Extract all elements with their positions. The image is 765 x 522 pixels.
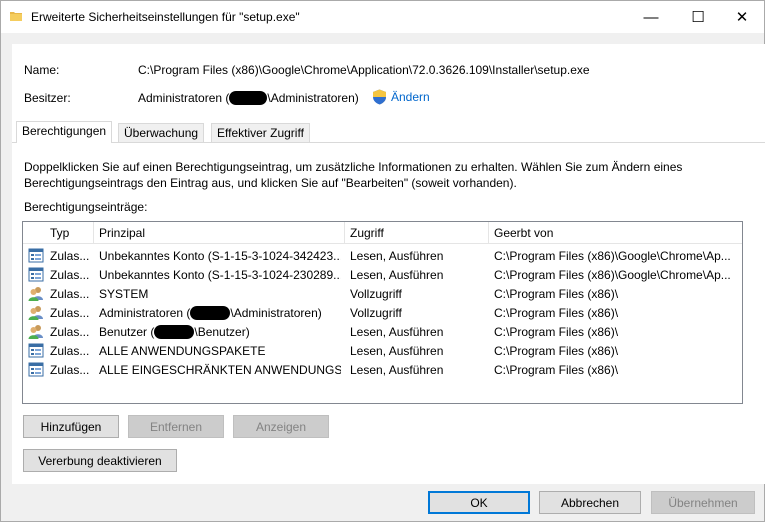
cell-inherited-from: C:\Program Files (x86)\Google\Chrome\Ap.…	[494, 268, 731, 282]
cell-inherited-from: C:\Program Files (x86)\	[494, 287, 619, 301]
table-row[interactable]: Zulas... SYSTEM Vollzugriff C:\Program F…	[23, 284, 742, 303]
column-header-type[interactable]: Typ	[50, 226, 69, 240]
cell-principal: Unbekanntes Konto (S-1-15-3-1024-342423.…	[99, 249, 341, 263]
minimize-icon: —	[643, 8, 659, 26]
list-header: Typ Prinzipal Zugriff Geerbt von	[23, 222, 742, 244]
principal-suffix: \Administratoren)	[230, 306, 322, 320]
owner-prefix: Administratoren (	[138, 91, 230, 105]
users-group-icon	[28, 325, 43, 339]
column-header-access[interactable]: Zugriff	[350, 226, 384, 240]
cell-type: Zulas...	[50, 363, 90, 377]
cell-inherited-from: C:\Program Files (x86)\	[494, 363, 619, 377]
entries-label: Berechtigungseinträge:	[24, 200, 148, 214]
principal-suffix: \Benutzer)	[194, 325, 250, 339]
app-package-icon	[28, 362, 44, 377]
cell-access: Lesen, Ausführen	[350, 363, 444, 377]
minimize-button[interactable]: —	[629, 1, 673, 33]
tab-effective-access[interactable]: Effektiver Zugriff	[211, 123, 310, 142]
table-row[interactable]: Zulas... Administratoren ( \Administrator…	[23, 303, 742, 322]
cell-access: Lesen, Ausführen	[350, 344, 444, 358]
tab-permissions[interactable]: Berechtigungen	[16, 121, 113, 143]
add-button[interactable]: Hinzufügen	[23, 415, 119, 438]
cell-access: Lesen, Ausführen	[350, 268, 444, 282]
cell-type: Zulas...	[50, 344, 90, 358]
table-row[interactable]: Zulas... ALLE ANWENDUNGSPAKETE Lesen, Au…	[23, 341, 742, 360]
cell-access: Lesen, Ausführen	[350, 325, 444, 339]
cell-principal: Benutzer ( \Benutzer)	[99, 325, 341, 339]
redaction-mark	[190, 306, 231, 320]
cancel-button[interactable]: Abbrechen	[539, 491, 641, 514]
window-title: Erweiterte Sicherheitseinstellungen für …	[31, 10, 300, 24]
table-row[interactable]: Zulas... Benutzer ( \Benutzer) Lesen, Aus…	[23, 322, 742, 341]
cell-principal: Unbekanntes Konto (S-1-15-3-1024-230289.…	[99, 268, 341, 282]
owner-value: Administratoren ( \Administratoren)	[138, 91, 359, 105]
cell-principal: ALLE ANWENDUNGSPAKETE	[99, 344, 266, 358]
app-package-icon	[28, 343, 44, 358]
principal-prefix: Administratoren (	[99, 306, 191, 320]
view-button[interactable]: Anzeigen	[233, 415, 329, 438]
permission-entries-list[interactable]: Typ Prinzipal Zugriff Geerbt von Zulas..…	[22, 221, 743, 404]
apply-button[interactable]: Übernehmen	[651, 491, 755, 514]
remove-button[interactable]: Entfernen	[128, 415, 224, 438]
table-row[interactable]: Zulas... ALLE EINGESCHRÄNKTEN ANWENDUNGS…	[23, 360, 742, 379]
app-package-icon	[28, 248, 44, 263]
cell-principal: SYSTEM	[99, 287, 149, 301]
change-owner-link[interactable]: Ändern	[391, 90, 430, 104]
cell-access: Lesen, Ausführen	[350, 249, 444, 263]
disable-inheritance-button[interactable]: Vererbung deaktivieren	[23, 449, 177, 472]
cell-inherited-from: C:\Program Files (x86)\Google\Chrome\Ap.…	[494, 249, 731, 263]
cell-type: Zulas...	[50, 306, 90, 320]
column-separator[interactable]	[488, 222, 489, 244]
users-group-icon	[28, 287, 43, 301]
table-row[interactable]: Zulas... Unbekanntes Konto (S-1-15-3-102…	[23, 265, 742, 284]
cell-type: Zulas...	[50, 325, 90, 339]
column-separator[interactable]	[93, 222, 94, 244]
cell-principal: Administratoren ( \Administratoren)	[99, 306, 341, 320]
cell-type: Zulas...	[50, 249, 90, 263]
cell-inherited-from: C:\Program Files (x86)\	[494, 325, 619, 339]
redaction-mark	[229, 91, 268, 105]
users-group-icon	[28, 306, 43, 320]
owner-suffix: \Administratoren)	[267, 91, 359, 105]
cell-type: Zulas...	[50, 287, 90, 301]
main-panel: Name: C:\Program Files (x86)\Google\Chro…	[12, 44, 765, 484]
close-icon: ✕	[735, 9, 749, 26]
name-label: Name:	[24, 63, 60, 77]
tab-auditing[interactable]: Überwachung	[118, 123, 205, 142]
ok-button[interactable]: OK	[428, 491, 530, 514]
tab-divider	[12, 142, 765, 143]
maximize-button[interactable]: ☐	[676, 1, 720, 33]
cell-access: Vollzugriff	[350, 306, 402, 320]
owner-label: Besitzer:	[24, 91, 71, 105]
name-value: C:\Program Files (x86)\Google\Chrome\App…	[138, 63, 590, 77]
maximize-icon: ☐	[691, 9, 705, 26]
cell-principal: ALLE EINGESCHRÄNKTEN ANWENDUNGSP...	[99, 363, 341, 377]
column-header-principal[interactable]: Prinzipal	[99, 226, 145, 240]
column-header-inherited-from[interactable]: Geerbt von	[494, 226, 553, 240]
folder-icon	[10, 12, 22, 21]
cell-type: Zulas...	[50, 268, 90, 282]
cell-access: Vollzugriff	[350, 287, 402, 301]
security-settings-window: Erweiterte Sicherheitseinstellungen für …	[0, 0, 765, 522]
app-package-icon	[28, 267, 44, 282]
redaction-mark	[154, 325, 195, 339]
uac-shield-icon	[373, 89, 386, 105]
principal-prefix: Benutzer (	[99, 325, 155, 339]
title-bar[interactable]: Erweiterte Sicherheitseinstellungen für …	[1, 1, 764, 33]
close-button[interactable]: ✕	[720, 1, 764, 33]
column-separator[interactable]	[344, 222, 345, 244]
cell-inherited-from: C:\Program Files (x86)\	[494, 306, 619, 320]
table-row[interactable]: Zulas... Unbekanntes Konto (S-1-15-3-102…	[23, 246, 742, 265]
cell-inherited-from: C:\Program Files (x86)\	[494, 344, 619, 358]
info-text: Doppelklicken Sie auf einen Berechtigung…	[24, 160, 683, 190]
